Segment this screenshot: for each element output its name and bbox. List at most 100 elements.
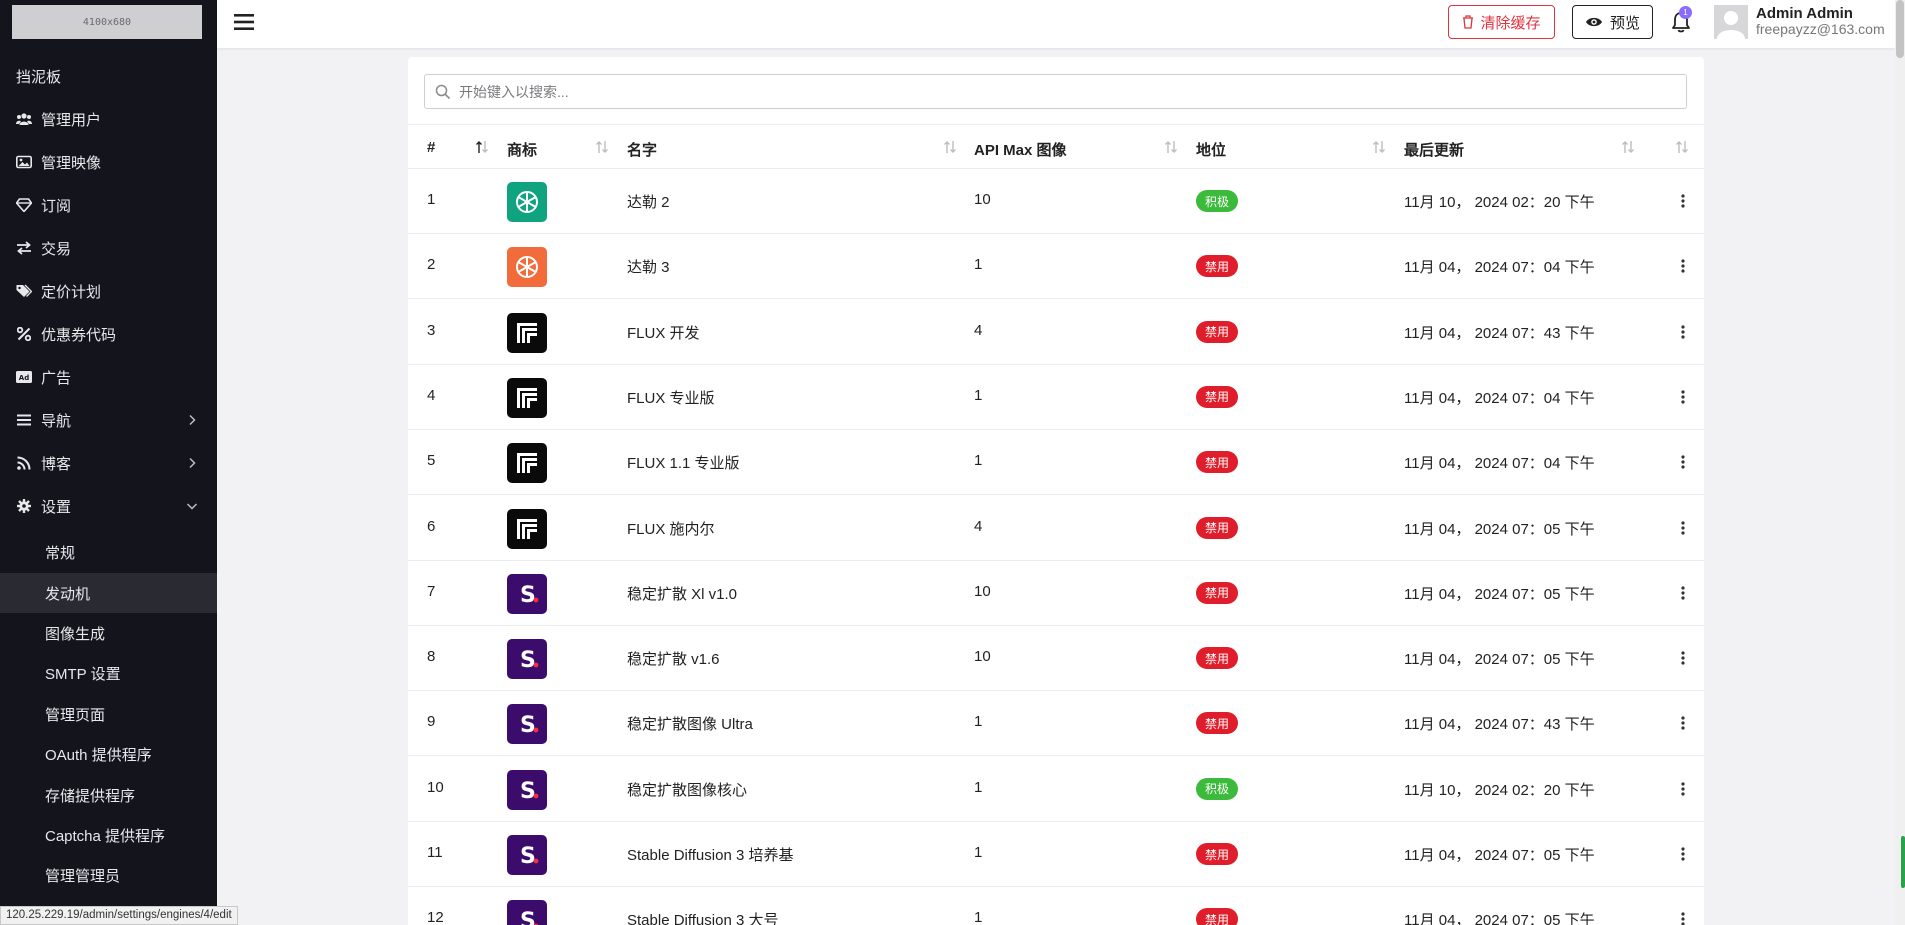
- engine-logo: S: [507, 769, 547, 810]
- user-email: freepayzz@163.com: [1756, 21, 1885, 37]
- column-header-status[interactable]: 地位: [1196, 139, 1226, 160]
- table-row[interactable]: 1 达勒 2 10 积极 11月 10， 2024 02：20 下午: [408, 169, 1704, 234]
- edge-widget[interactable]: [1901, 836, 1905, 888]
- status-badge: 禁用: [1196, 712, 1239, 735]
- engine-name[interactable]: 达勒 2: [627, 191, 670, 212]
- preview-button[interactable]: 预览: [1572, 5, 1653, 39]
- sidebar-subitem-pages[interactable]: 管理页面: [0, 694, 217, 734]
- api-max-images: 1: [974, 452, 983, 470]
- status-bar-url: 120.25.229.19/admin/settings/engines/4/e…: [0, 906, 238, 925]
- more-vertical-icon[interactable]: [1681, 585, 1685, 601]
- table-row[interactable]: 7 S 稳定扩散 Xl v1.0 10 禁用 11月 04， 2024 07：05 下午: [408, 561, 1704, 626]
- engine-name[interactable]: FLUX 专业版: [627, 387, 715, 408]
- more-vertical-icon[interactable]: [1681, 520, 1685, 536]
- engine-name[interactable]: 达勒 3: [627, 256, 670, 277]
- more-vertical-icon[interactable]: [1681, 846, 1685, 862]
- engine-name[interactable]: FLUX 开发: [627, 322, 700, 343]
- clear-cache-button[interactable]: 清除缓存: [1448, 5, 1555, 39]
- eye-icon: [1585, 17, 1602, 27]
- sidebar-subitem-storage[interactable]: 存储提供程序: [0, 775, 217, 815]
- table-row[interactable]: 2 达勒 3 1 禁用 11月 04， 2024 07：04 下午: [408, 234, 1704, 300]
- sort-icon[interactable]: [595, 140, 609, 154]
- table-row[interactable]: 4 FLUX 专业版 1 禁用 11月 04， 2024 07：04 下午: [408, 365, 1704, 430]
- sort-icon[interactable]: [1621, 140, 1635, 154]
- sort-icon[interactable]: [943, 140, 957, 154]
- sidebar-item-dashboard[interactable]: 挡泥板: [0, 56, 217, 96]
- more-vertical-icon[interactable]: [1681, 650, 1685, 666]
- sidebar-subitem-image-generation[interactable]: 图像生成: [0, 613, 217, 653]
- table-row[interactable]: 11 S Stable Diffusion 3 培养基 1 禁用 11月 04， 2024…: [408, 822, 1704, 887]
- engine-name[interactable]: Stable Diffusion 3 培养基: [627, 844, 793, 865]
- engine-name[interactable]: 稳定扩散图像 Ultra: [627, 713, 753, 734]
- hamburger-menu-icon[interactable]: [234, 13, 254, 31]
- sidebar-item-settings[interactable]: 设置: [0, 486, 217, 526]
- row-id: 6: [427, 517, 436, 535]
- image-icon: [16, 154, 32, 170]
- table-row[interactable]: 10 S 稳定扩散图像核心 1 积极 11月 10， 2024 02：20 下午: [408, 757, 1704, 822]
- sidebar-item-subscriptions[interactable]: 订阅: [0, 185, 217, 225]
- sidebar-item-navigation[interactable]: 导航: [0, 400, 217, 440]
- avatar[interactable]: [1714, 5, 1748, 39]
- sidebar-item-blog[interactable]: 博客: [0, 443, 217, 483]
- sidebar-subitem-admins[interactable]: 管理管理员: [0, 855, 217, 895]
- engine-name[interactable]: FLUX 1.1 专业版: [627, 452, 740, 473]
- api-max-images: 10: [974, 648, 991, 666]
- table-row[interactable]: 3 FLUX 开发 4 禁用 11月 04， 2024 07：43 下午: [408, 300, 1704, 365]
- column-header-id[interactable]: #: [427, 139, 435, 156]
- sort-asc-icon[interactable]: [475, 140, 489, 154]
- scrollbar-thumb[interactable]: [1896, 0, 1904, 58]
- sidebar-item-users[interactable]: 管理用户: [0, 99, 217, 139]
- user-name[interactable]: Admin Admin: [1756, 5, 1853, 22]
- more-vertical-icon[interactable]: [1681, 911, 1685, 925]
- column-header-logo[interactable]: 商标: [507, 139, 537, 160]
- sidebar-subitem-smtp[interactable]: SMTP 设置: [0, 653, 217, 693]
- sidebar-item-pricing-plans[interactable]: 定价计划: [0, 271, 217, 311]
- page-scrollbar[interactable]: [1895, 0, 1905, 925]
- users-icon: [16, 111, 32, 127]
- engine-name[interactable]: 稳定扩散 Xl v1.0: [627, 583, 737, 604]
- sidebar-subitem-general[interactable]: 常规: [0, 532, 217, 572]
- more-vertical-icon[interactable]: [1681, 258, 1685, 274]
- table-row[interactable]: 9 S 稳定扩散图像 Ultra 1 禁用 11月 04， 2024 07：43 下午: [408, 691, 1704, 757]
- sidebar-item-coupons[interactable]: 优惠券代码: [0, 314, 217, 354]
- sidebar-item-label: 博客: [41, 455, 72, 473]
- row-id: 5: [427, 452, 436, 470]
- sidebar-subitem-oauth[interactable]: OAuth 提供程序: [0, 734, 217, 774]
- sort-icon[interactable]: [1164, 140, 1178, 154]
- engine-name[interactable]: 稳定扩散图像核心: [627, 779, 747, 800]
- engine-logo: [507, 182, 547, 222]
- search-box[interactable]: [424, 74, 1687, 109]
- table-row[interactable]: 8 S 稳定扩散 v1.6 10 禁用 11月 04， 2024 07：05 下午: [408, 626, 1704, 692]
- engine-name[interactable]: FLUX 施内尔: [627, 518, 715, 539]
- more-vertical-icon[interactable]: [1681, 781, 1685, 797]
- engine-name[interactable]: 稳定扩散 v1.6: [627, 648, 720, 669]
- engine-logo: [507, 312, 547, 353]
- sort-icon[interactable]: [1675, 140, 1689, 154]
- logo-placeholder[interactable]: 4100x680: [12, 5, 202, 39]
- engine-name[interactable]: Stable Diffusion 3 大号: [627, 909, 778, 925]
- status-badge: 禁用: [1196, 451, 1239, 474]
- sidebar-subitem-engines[interactable]: 发动机: [0, 573, 217, 613]
- column-header-name[interactable]: 名字: [627, 139, 657, 160]
- sidebar-subitem-captcha[interactable]: Captcha 提供程序: [0, 815, 217, 855]
- sidebar-item-images[interactable]: 管理映像: [0, 142, 217, 182]
- more-vertical-icon[interactable]: [1681, 193, 1685, 209]
- api-max-images: 1: [974, 844, 983, 861]
- chevron-right-icon: [189, 457, 196, 469]
- table-row[interactable]: 6 FLUX 施内尔 4 禁用 11月 04， 2024 07：05 下午: [408, 496, 1704, 561]
- sidebar-item-transactions[interactable]: 交易: [0, 228, 217, 268]
- column-header-updated[interactable]: 最后更新: [1404, 139, 1464, 160]
- flux-logo-icon: [517, 322, 537, 343]
- table-row[interactable]: 12 S Stable Diffusion 3 大号 1 禁用 11月 04， 2024 …: [408, 887, 1704, 925]
- sidebar-item-ads[interactable]: Ad 广告: [0, 357, 217, 397]
- last-updated: 11月 04， 2024 07：04 下午: [1404, 259, 1595, 277]
- sort-icon[interactable]: [1372, 140, 1386, 154]
- more-vertical-icon[interactable]: [1681, 324, 1685, 340]
- search-input[interactable]: [459, 83, 1659, 100]
- more-vertical-icon[interactable]: [1681, 389, 1685, 405]
- more-vertical-icon[interactable]: [1681, 454, 1685, 470]
- table-row[interactable]: 5 FLUX 1.1 专业版 1 禁用 11月 04， 2024 07：04 下午: [408, 430, 1704, 496]
- more-vertical-icon[interactable]: [1681, 715, 1685, 731]
- column-header-api-max[interactable]: API Max 图像: [974, 139, 1067, 160]
- status-badge: 积极: [1196, 190, 1239, 212]
